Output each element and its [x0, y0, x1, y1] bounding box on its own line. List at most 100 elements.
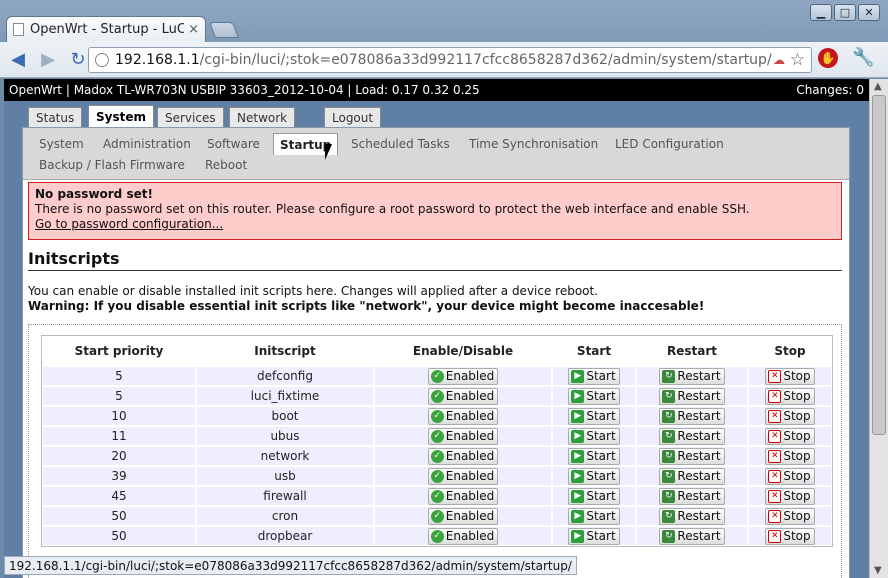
enable-cell: ✓ Enabled: [375, 427, 551, 445]
start-cell: ▶ Start: [553, 387, 635, 405]
bookmark-star-icon[interactable]: ☆: [790, 50, 805, 70]
stop-label: Stop: [783, 449, 811, 463]
stop-button[interactable]: ✕ Stop: [765, 367, 815, 385]
cloud-icon[interactable]: ☁: [773, 53, 785, 67]
stop-button[interactable]: ✕ Stop: [765, 487, 815, 505]
tab-network[interactable]: Network: [229, 107, 296, 128]
close-window-icon[interactable]: ✕: [858, 4, 880, 21]
refresh-icon: ↻: [662, 469, 676, 483]
start-button[interactable]: ▶ Start: [568, 467, 620, 485]
minimize-icon[interactable]: ▁: [810, 4, 832, 21]
enabled-button[interactable]: ✓ Enabled: [427, 507, 499, 525]
stop-button[interactable]: ✕ Stop: [765, 407, 815, 425]
check-icon: ✓: [430, 389, 444, 403]
tab-status[interactable]: Status: [28, 107, 83, 128]
tab-system[interactable]: System: [88, 105, 154, 128]
start-button[interactable]: ▶ Start: [568, 427, 620, 445]
start-button[interactable]: ▶ Start: [568, 487, 620, 505]
content-panel: System Administration Software Startup S…: [22, 127, 850, 578]
page-scrollbar[interactable]: ▲ ▼: [869, 79, 888, 578]
stop-button[interactable]: ✕ Stop: [765, 447, 815, 465]
refresh-icon: ↻: [662, 529, 676, 543]
browser-tab[interactable]: OpenWrt - Startup - LuCI ×: [6, 16, 206, 42]
subtab-reboot[interactable]: Reboot: [199, 155, 253, 175]
subtab-system[interactable]: System: [33, 134, 90, 154]
restart-button[interactable]: ↻ Restart: [659, 427, 725, 445]
changes-counter[interactable]: Changes: 0: [796, 83, 864, 97]
enabled-button[interactable]: ✓ Enabled: [427, 447, 499, 465]
initscript-cell: luci_fixtime: [197, 387, 373, 405]
start-button[interactable]: ▶ Start: [568, 367, 620, 385]
start-cell: ▶ Start: [553, 507, 635, 525]
enabled-button[interactable]: ✓ Enabled: [427, 387, 499, 405]
start-button[interactable]: ▶ Start: [568, 507, 620, 525]
start-button[interactable]: ▶ Start: [568, 407, 620, 425]
enabled-button[interactable]: ✓ Enabled: [427, 427, 499, 445]
refresh-icon: ↻: [662, 429, 676, 443]
restart-button[interactable]: ↻ Restart: [659, 527, 725, 545]
restart-button[interactable]: ↻ Restart: [659, 367, 725, 385]
restart-button[interactable]: ↻ Restart: [659, 487, 725, 505]
restart-button[interactable]: ↻ Restart: [659, 447, 725, 465]
back-icon[interactable]: ◀: [6, 48, 30, 72]
restart-cell: ↻ Restart: [637, 387, 747, 405]
address-bar[interactable]: 192.168.1.1 /cgi-bin/luci/;stok=e078086a…: [88, 47, 812, 73]
subtab-scheduled-tasks[interactable]: Scheduled Tasks: [345, 134, 456, 154]
subtab-administration[interactable]: Administration: [97, 134, 197, 154]
stop-button[interactable]: ✕ Stop: [765, 527, 815, 545]
restart-button[interactable]: ↻ Restart: [659, 407, 725, 425]
subtab-led-configuration[interactable]: LED Configuration: [609, 134, 730, 154]
subtab-time-sync[interactable]: Time Synchronisation: [463, 134, 604, 154]
x-icon: ✕: [768, 389, 782, 403]
enabled-label: Enabled: [445, 509, 495, 523]
start-cell: ▶ Start: [553, 467, 635, 485]
scrollbar-thumb[interactable]: [872, 95, 886, 435]
start-button[interactable]: ▶ Start: [568, 387, 620, 405]
start-button[interactable]: ▶ Start: [568, 447, 620, 465]
subtab-backup-flash[interactable]: Backup / Flash Firmware: [33, 155, 191, 175]
main-tabs: Status System Services Network Logout: [4, 101, 869, 128]
restart-button[interactable]: ↻ Restart: [659, 387, 725, 405]
table-row: 5 luci_fixtime ✓ Enabled ▶ Start ↻ Restart ✕ Stop: [42, 386, 832, 406]
forward-icon[interactable]: ▶: [36, 48, 60, 72]
start-label: Start: [586, 489, 616, 503]
restart-label: Restart: [677, 369, 721, 383]
stop-sign-extension-icon[interactable]: ✋: [818, 48, 838, 68]
enabled-button[interactable]: ✓ Enabled: [427, 467, 499, 485]
initscript-cell: cron: [197, 507, 373, 525]
tab-services[interactable]: Services: [157, 107, 224, 128]
stop-button[interactable]: ✕ Stop: [765, 427, 815, 445]
stop-button[interactable]: ✕ Stop: [765, 507, 815, 525]
stop-button[interactable]: ✕ Stop: [765, 387, 815, 405]
enabled-button[interactable]: ✓ Enabled: [427, 527, 499, 545]
router-header: OpenWrt | Madox TL-WR703N USBIP 33603_20…: [4, 79, 869, 101]
stop-label: Stop: [783, 429, 811, 443]
tab-close-icon[interactable]: ×: [188, 22, 199, 37]
password-config-link[interactable]: Go to password configuration...: [35, 217, 835, 232]
scroll-down-icon[interactable]: ▼: [874, 565, 882, 576]
maximize-icon[interactable]: □: [834, 4, 856, 21]
stop-label: Stop: [783, 469, 811, 483]
restart-cell: ↻ Restart: [637, 527, 747, 545]
stop-cell: ✕ Stop: [749, 487, 831, 505]
restart-button[interactable]: ↻ Restart: [659, 507, 725, 525]
enabled-label: Enabled: [445, 489, 495, 503]
start-button[interactable]: ▶ Start: [568, 527, 620, 545]
refresh-icon: ↻: [662, 509, 676, 523]
tab-logout[interactable]: Logout: [324, 107, 382, 128]
enabled-button[interactable]: ✓ Enabled: [427, 407, 499, 425]
reload-icon[interactable]: ↻: [66, 48, 90, 72]
scroll-up-icon[interactable]: ▲: [874, 81, 882, 92]
start-cell: ▶ Start: [553, 427, 635, 445]
restart-button[interactable]: ↻ Restart: [659, 467, 725, 485]
subtab-software[interactable]: Software: [201, 134, 266, 154]
stop-button[interactable]: ✕ Stop: [765, 467, 815, 485]
enabled-label: Enabled: [445, 429, 495, 443]
enabled-button[interactable]: ✓ Enabled: [427, 487, 499, 505]
check-icon: ✓: [430, 449, 444, 463]
enabled-button[interactable]: ✓ Enabled: [427, 367, 499, 385]
new-tab-button[interactable]: [209, 22, 239, 38]
x-icon: ✕: [768, 469, 782, 483]
stop-cell: ✕ Stop: [749, 407, 831, 425]
wrench-icon[interactable]: 🔧: [852, 47, 874, 68]
